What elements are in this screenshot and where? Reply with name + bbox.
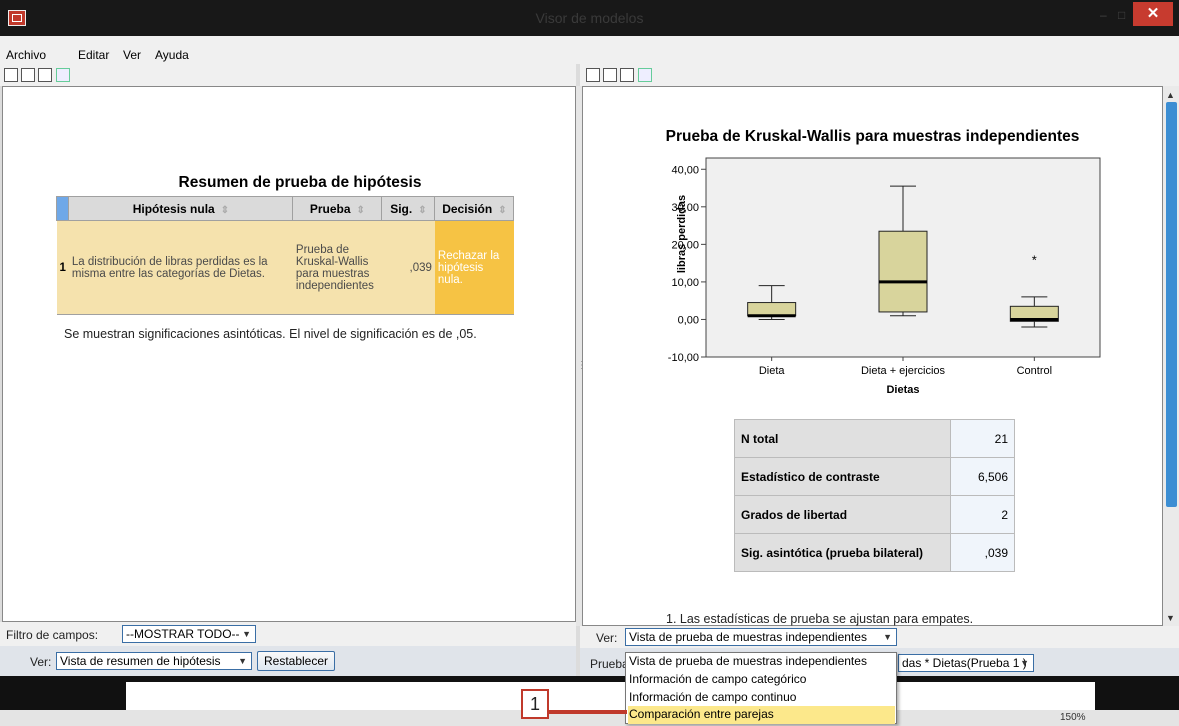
table-row: Sig. asintótica (prueba bilateral) ,039 [734, 533, 1015, 572]
test-cell: Prueba de Kruskal-Wallis para muestras i… [292, 220, 382, 315]
close-button[interactable]: ✕ [1133, 2, 1173, 26]
stat-value: 6,506 [950, 457, 1015, 496]
x-tick-label: Dieta [759, 365, 786, 377]
copy-icon[interactable] [586, 68, 600, 82]
chevron-down-icon: ▼ [1020, 658, 1029, 668]
left-view-select[interactable]: Vista de resumen de hipótesis ▼ [56, 652, 252, 670]
view-label: Ver: [30, 655, 52, 669]
field-filter-select[interactable]: --MOSTRAR TODO-- ▼ [122, 625, 256, 643]
export-icon[interactable] [56, 68, 70, 82]
right-toolbar [580, 64, 1179, 86]
significance-note: Se muestran significaciones asintóticas.… [64, 327, 477, 341]
stat-label: N total [734, 419, 951, 458]
stat-value: ,039 [950, 533, 1015, 572]
chart-title: Prueba de Kruskal-Wallis para muestras i… [665, 128, 1080, 145]
maximize-button[interactable]: □ [1118, 8, 1125, 22]
dropdown-option[interactable]: Información de campo continuo [628, 689, 895, 707]
field-filter-label: Filtro de campos: [6, 628, 99, 642]
box [747, 302, 797, 317]
hypothesis-cell: La distribución de libras perdidas es la… [68, 220, 293, 315]
column-header[interactable]: Sig. ⇕ [381, 196, 436, 221]
menu-ver[interactable]: Ver [123, 48, 141, 62]
outlier-marker: * [1032, 252, 1037, 267]
scrollbar-thumb[interactable] [1166, 102, 1177, 507]
column-header[interactable]: Decisión ⇕ [434, 196, 515, 221]
minimize-button[interactable]: – [1100, 8, 1107, 22]
scroll-down-icon[interactable]: ▼ [1166, 613, 1175, 623]
sort-icon: ⇕ [356, 204, 365, 216]
title-bar: Visor de modelos – □ ✕ [0, 0, 1179, 36]
stat-value: 21 [950, 419, 1015, 458]
menu-archivo[interactable]: Archivo [6, 48, 46, 62]
right-view-select[interactable]: Vista de prueba de muestras independient… [625, 628, 897, 646]
stat-label: Sig. asintótica (prueba bilateral) [734, 533, 951, 572]
view-label: Ver: [596, 631, 618, 645]
callout-pointer [549, 710, 627, 714]
window-title: Visor de modelos [535, 10, 644, 26]
y-tick-label: 20,00 [671, 239, 699, 251]
dropdown-option-highlighted[interactable]: Comparación entre parejas [628, 706, 895, 724]
dropdown-option[interactable]: Información de campo categórico [628, 671, 895, 689]
view-dropdown-list[interactable]: Vista de prueba de muestras independient… [625, 652, 897, 724]
hypothesis-table: Hipótesis nula ⇕ Prueba ⇕ Sig. ⇕ Decisión ⇕ … [55, 196, 515, 315]
test-label: Prueba [590, 657, 629, 671]
row-number: 1 [56, 220, 69, 315]
hypothesis-summary-title: Resumen de prueba de hipótesis [178, 174, 422, 191]
x-tick-label: Control [1017, 365, 1052, 377]
zoom-level[interactable]: 150% [1060, 712, 1086, 723]
print-icon[interactable] [620, 68, 634, 82]
boxplot-chart: libras perdidas Dietas 40,0030,0020,0010… [668, 157, 1101, 396]
copy-icon[interactable] [4, 68, 18, 82]
menu-ayuda[interactable]: Ayuda [155, 48, 189, 62]
table-corner [55, 196, 70, 221]
table-row: Grados de libertad 2 [734, 495, 1015, 534]
reset-button[interactable]: Restablecer [257, 651, 335, 671]
copy-special-icon[interactable] [603, 68, 617, 82]
left-toolbar [0, 64, 576, 86]
sig-cell: ,039 [381, 220, 435, 315]
menu-bar: Archivo Editar Ver Ayuda [0, 36, 1179, 64]
column-header[interactable]: Hipótesis nula ⇕ [68, 196, 294, 221]
x-tick-label: Dieta + ejercicios [861, 365, 946, 377]
scroll-up-icon[interactable]: ▲ [1166, 90, 1175, 100]
y-tick-label: -10,00 [668, 352, 699, 364]
stat-label: Estadístico de contraste [734, 457, 951, 496]
x-axis-label: Dietas [886, 384, 919, 396]
sort-icon: ⇕ [418, 204, 427, 216]
dropdown-option[interactable]: Vista de prueba de muestras independient… [628, 653, 895, 671]
chevron-down-icon: ▼ [242, 629, 251, 639]
y-tick-label: 30,00 [671, 202, 699, 214]
menu-editar[interactable]: Editar [78, 48, 109, 62]
bottom-content-strip [126, 682, 1095, 710]
hypothesis-summary-pane [2, 86, 576, 622]
print-icon[interactable] [38, 68, 52, 82]
y-tick-label: 40,00 [671, 164, 699, 176]
test-select[interactable]: das * Dietas(Prueba 1 ) ▼ [898, 654, 1034, 672]
stat-label: Grados de libertad [734, 495, 951, 534]
callout-label: 1 [521, 689, 549, 719]
copy-special-icon[interactable] [21, 68, 35, 82]
table-row: Estadístico de contraste 6,506 [734, 457, 1015, 496]
y-tick-label: 0,00 [678, 314, 699, 326]
sort-icon: ⇕ [220, 204, 230, 216]
export-icon[interactable] [638, 68, 652, 82]
stat-value: 2 [950, 495, 1015, 534]
box [878, 230, 928, 313]
y-tick-label: 10,00 [671, 277, 699, 289]
column-header[interactable]: Prueba ⇕ [292, 196, 383, 221]
table-row: N total 21 [734, 419, 1015, 458]
decision-cell: Rechazar la hipótesis nula. [434, 220, 514, 315]
table-row[interactable]: 1 La distribución de libras perdidas es … [56, 220, 514, 315]
sort-icon: ⇕ [498, 204, 507, 216]
chevron-down-icon: ▼ [883, 632, 892, 642]
chevron-down-icon: ▼ [238, 656, 247, 666]
footnote: 1. Las estadísticas de prueba se ajustan… [666, 612, 974, 626]
test-statistics-table: N total 21 Estadístico de contraste 6,506 … [734, 419, 1015, 572]
